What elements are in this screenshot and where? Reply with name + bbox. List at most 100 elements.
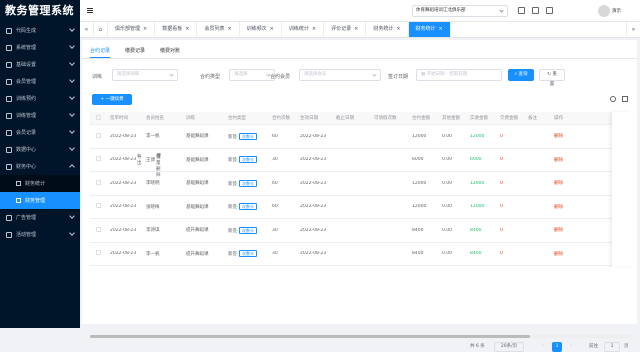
record-icon: [6, 129, 12, 136]
tab-tag[interactable]: 评价记录 ×: [324, 22, 367, 37]
row-checkbox[interactable]: [96, 250, 101, 256]
scroll-right-icon[interactable]: »: [626, 22, 640, 37]
tab-tag[interactable]: 训练频次 ×: [240, 22, 282, 37]
sidebar-item[interactable]: 训练预约: [0, 90, 80, 107]
renew-button[interactable]: + 一键续费: [92, 94, 132, 105]
fullscreen-icon[interactable]: [622, 96, 628, 102]
table-cell[interactable]: 删除: [550, 180, 570, 186]
table-cell[interactable]: 删除: [550, 227, 570, 233]
scroll-left-icon[interactable]: «: [80, 22, 94, 37]
page-size-select[interactable]: 20条/页: [494, 342, 524, 352]
close-icon[interactable]: ×: [143, 22, 147, 37]
menu-toggle-icon[interactable]: [87, 8, 93, 13]
sidebar-item-label: 训练管理: [16, 113, 37, 119]
page-number-1[interactable]: 1: [552, 342, 562, 352]
cell-text: 12000: [412, 204, 427, 210]
close-icon[interactable]: ×: [270, 22, 274, 37]
table-cell: 提升舞蹈课: [182, 227, 224, 233]
sidebar-item[interactable]: 基础设置: [0, 56, 80, 73]
sidebar-subitem[interactable]: 财务统计: [0, 175, 80, 192]
sidebar-item[interactable]: 会员管理: [0, 73, 80, 90]
cell-text: 李晓明: [146, 181, 160, 187]
delete-link[interactable]: 删除: [554, 228, 563, 233]
search-button[interactable]: ⌕ 查询: [508, 69, 534, 81]
close-icon[interactable]: ×: [312, 22, 316, 37]
tab-tag-label: 评价记录: [331, 26, 352, 32]
delete-link[interactable]: 删除: [554, 158, 563, 163]
cell-text: 新签: [228, 158, 237, 164]
select-all-checkbox[interactable]: [96, 114, 101, 120]
divider: [82, 58, 637, 59]
sidebar-item[interactable]: 系统管理: [0, 39, 80, 56]
end-date-input[interactable]: 结束日期: [449, 72, 467, 77]
search-icon[interactable]: [518, 7, 525, 14]
row-checkbox[interactable]: [96, 226, 101, 232]
club-select[interactable]: 体育舞蹈培训江北俱乐部: [412, 5, 508, 17]
row-checkbox-cell: [90, 203, 106, 210]
next-page-button[interactable]: ›: [566, 342, 576, 352]
tab-tag[interactable]: 训练统计 ×: [282, 22, 325, 37]
tab-tag[interactable]: 数据看板 ×: [155, 22, 198, 37]
contract-type-select[interactable]: 请选择: [229, 69, 275, 81]
row-checkbox[interactable]: [96, 203, 101, 209]
delete-link[interactable]: 删除: [554, 252, 563, 257]
sidebar-item[interactable]: 代码生成: [0, 22, 80, 39]
ad-icon: [6, 214, 12, 221]
table-cell[interactable]: 删除: [550, 157, 570, 163]
training-select[interactable]: 请选择训练: [112, 69, 178, 81]
row-checkbox[interactable]: [96, 132, 101, 138]
cell-text: 新签: [228, 228, 237, 234]
subtabs: 合约记录 缴费记录 缴费对账: [90, 47, 180, 58]
avatar[interactable]: [598, 5, 610, 17]
tab-tag[interactable]: 财务统计 ×: [408, 22, 451, 37]
delete-link[interactable]: 删除: [554, 205, 563, 210]
table-cell: 2022-08-23: [106, 181, 142, 186]
reset-button[interactable]: ↻ 重置: [539, 69, 565, 87]
cell-text: 新签: [228, 252, 237, 258]
delete-link[interactable]: 删除: [554, 181, 563, 186]
sidebar-item[interactable]: 财务中心: [0, 158, 80, 175]
prev-page-button[interactable]: ‹: [538, 342, 548, 352]
close-icon[interactable]: ×: [396, 22, 400, 37]
fullscreen-icon[interactable]: [532, 7, 539, 14]
table-cell: 李一帆: [142, 133, 182, 139]
tab-tag[interactable]: 财务统计 ×: [366, 22, 409, 37]
subtab-contract-records[interactable]: 合约记录: [90, 47, 111, 58]
column-header: 可请假次数: [374, 116, 397, 121]
table-row: 2022-08-23 李晓明 基础舞蹈课 新签 次数卡 60 2022-08-23 12000…: [90, 172, 632, 196]
tab-tag[interactable]: 俱乐部管理 ×: [108, 22, 156, 37]
table-cell: 李诗琪: [142, 227, 182, 233]
table-cell[interactable]: 删除: [550, 251, 570, 257]
sidebar-item[interactable]: 训练管理: [0, 107, 80, 124]
goto-page-input[interactable]: 1: [604, 342, 620, 352]
user-name[interactable]: 演示: [612, 8, 621, 14]
sidebar-item[interactable]: 会员记录: [0, 124, 80, 141]
table-cell[interactable]: 删除: [550, 133, 570, 139]
notification-icon[interactable]: [546, 7, 553, 14]
horizontal-scrollbar[interactable]: [90, 335, 632, 338]
close-icon[interactable]: ×: [185, 22, 189, 37]
tab-tag[interactable]: 会员列表 ×: [197, 22, 240, 37]
subtab-payment-reconcile[interactable]: 缴费对账: [160, 47, 180, 58]
row-checkbox[interactable]: [96, 156, 101, 162]
sidebar-item[interactable]: 数据中心: [0, 141, 80, 158]
sidebar-subitem[interactable]: 财务管理: [0, 192, 80, 209]
close-icon[interactable]: ×: [354, 22, 358, 37]
sidebar-item[interactable]: 活动管理: [0, 226, 80, 243]
home-icon[interactable]: ⌂: [94, 22, 108, 37]
scroll-thumb[interactable]: [90, 335, 530, 338]
refresh-icon[interactable]: [610, 96, 616, 102]
close-icon[interactable]: ×: [439, 22, 443, 37]
member-select[interactable]: 请选择会员: [299, 69, 381, 81]
subtab-payment-records[interactable]: 缴费记录: [125, 47, 145, 58]
sidebar-item[interactable]: 广告管理: [0, 209, 80, 226]
table-cell: 2022-08-23: [296, 157, 332, 162]
table-cell[interactable]: 删除: [550, 204, 570, 210]
table-cell: 新签 次数卡: [224, 179, 268, 187]
contract-kind-badge: 次数卡: [239, 203, 257, 211]
date-range-picker[interactable]: ▦ 开始日期 - 结束日期: [416, 69, 502, 81]
close-icon[interactable]: ×: [227, 22, 231, 37]
row-checkbox[interactable]: [96, 179, 101, 185]
delete-link[interactable]: 删除: [554, 134, 563, 139]
start-date-input[interactable]: 开始日期: [427, 72, 445, 77]
